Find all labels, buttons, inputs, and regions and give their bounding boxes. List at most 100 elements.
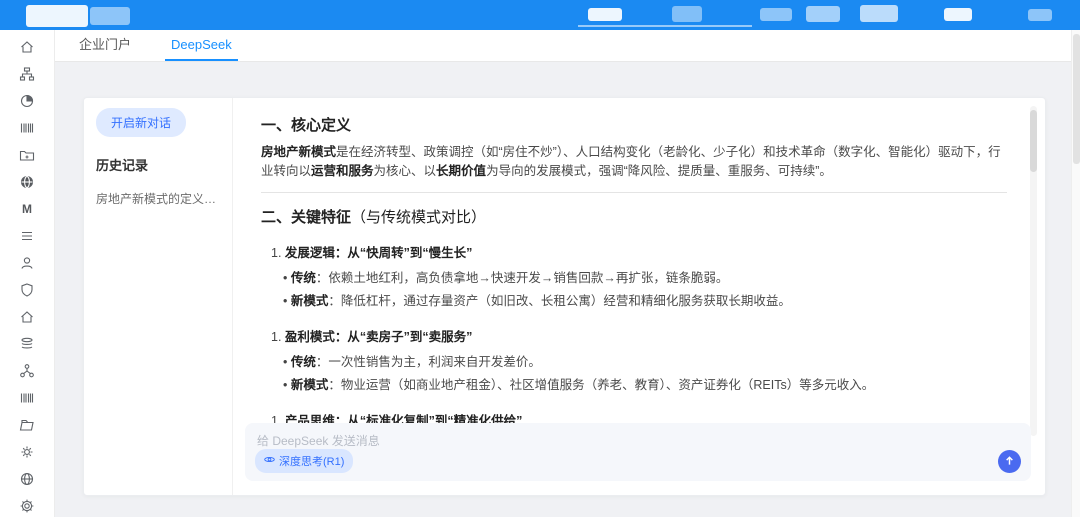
new-chat-button[interactable]: 开启新对话 bbox=[96, 108, 186, 137]
chat-block-divider bbox=[261, 192, 1007, 193]
chat-area: 一、核心定义房地产新模式是在经济转型、政策调控（如“房住不炒”）、人口结构变化（… bbox=[233, 98, 1045, 495]
gear-icon bbox=[19, 498, 35, 514]
page-scrollbar-thumb[interactable] bbox=[1073, 34, 1080, 164]
sidebar-item-pie-chart[interactable] bbox=[19, 93, 35, 109]
topbar-menu-underline bbox=[578, 25, 752, 27]
home-icon bbox=[19, 39, 35, 55]
composer: 给 DeepSeek 发送消息 深度思考(R1) bbox=[245, 423, 1031, 481]
sidebar-item-globe[interactable] bbox=[19, 471, 35, 487]
chat-card: 开启新对话 历史记录 房地产新模式的定义是什么 一、核心定义房地产新模式是在经济… bbox=[83, 97, 1046, 496]
blurred-menu-item[interactable] bbox=[760, 8, 792, 21]
blurred-menu-item[interactable] bbox=[806, 6, 840, 22]
chat-block-numbered: 1. 盈利模式：从“卖房子”到“卖服务” bbox=[271, 326, 1007, 345]
history-title: 历史记录 bbox=[96, 155, 220, 174]
text-segment: 为导向的发展模式，强调“降风险、提质量、重服务、可持续”。 bbox=[486, 164, 832, 178]
text-segment: 产品思维：从“标准化复制”到“精准化供给” bbox=[285, 414, 523, 424]
blurred-menu-item[interactable] bbox=[944, 8, 972, 21]
bullet-item: 新模式：物业运营（如商业地产租金）、社区增值服务（养老、教育）、资产证券化（RE… bbox=[283, 377, 1007, 395]
pie-chart-icon bbox=[19, 93, 35, 109]
layers-icon bbox=[19, 336, 35, 352]
chat-scrollbar-thumb[interactable] bbox=[1030, 110, 1037, 172]
sidebar-item-list[interactable] bbox=[19, 228, 35, 244]
text-segment: 盈利模式：从“卖房子”到“卖服务” bbox=[285, 330, 473, 344]
app-logo[interactable] bbox=[26, 5, 88, 27]
list-number: 1. bbox=[271, 246, 285, 260]
bullet-label: 新模式 bbox=[291, 294, 329, 308]
text-segment: 发展逻辑：从“快周转”到“慢生长” bbox=[285, 246, 473, 260]
sidebar-item-network[interactable] bbox=[19, 363, 35, 379]
chat-block-bullets: 传统：一次性销售为主，利润来自开发差价。新模式：物业运营（如商业地产租金）、社区… bbox=[283, 354, 1007, 395]
chat-scrollbar[interactable] bbox=[1030, 106, 1037, 436]
list-icon bbox=[19, 228, 35, 244]
folder-open-icon bbox=[19, 417, 35, 433]
home-alt-icon bbox=[19, 309, 35, 325]
app-root: M 企业门户DeepSeek 开启新对话 历史记录 房地产新模式的定义是什么 一… bbox=[0, 0, 1080, 517]
sidebar-item-letter-m[interactable]: M bbox=[19, 201, 35, 217]
sidebar-item-globe-filled[interactable] bbox=[19, 174, 35, 190]
chat-block-heading: 一、核心定义 bbox=[261, 114, 1007, 135]
blurred-menu-item[interactable] bbox=[1028, 9, 1052, 21]
sidebar-item-org-chart[interactable] bbox=[19, 66, 35, 82]
app-logo-accent bbox=[90, 7, 130, 25]
network-icon bbox=[19, 363, 35, 379]
sidebar-item-badge[interactable] bbox=[19, 444, 35, 460]
badge-icon bbox=[19, 444, 35, 460]
topbar bbox=[0, 0, 1080, 30]
history-list: 房地产新模式的定义是什么 bbox=[96, 190, 220, 207]
list-number: 1. bbox=[271, 414, 285, 424]
tab-deepseek[interactable]: DeepSeek bbox=[151, 30, 252, 61]
chat-block-numbered: 1. 发展逻辑：从“快周转”到“慢生长” bbox=[271, 242, 1007, 261]
chat-messages: 一、核心定义房地产新模式是在经济转型、政策调控（如“房住不炒”）、人口结构变化（… bbox=[233, 98, 1045, 423]
blurred-menu-item[interactable] bbox=[672, 6, 702, 22]
org-chart-icon bbox=[19, 66, 35, 82]
sidebar-item-home[interactable] bbox=[19, 39, 35, 55]
text-segment: （与传统模式对比） bbox=[351, 209, 486, 226]
sidebar-item-barcode[interactable] bbox=[19, 120, 35, 136]
sidebar-item-shield[interactable] bbox=[19, 282, 35, 298]
deep-think-icon bbox=[264, 454, 275, 468]
sidebar-item-layers[interactable] bbox=[19, 336, 35, 352]
sidebar-item-user[interactable] bbox=[19, 255, 35, 271]
shield-icon bbox=[19, 282, 35, 298]
sidebar: M bbox=[0, 30, 55, 517]
bullet-label: 新模式 bbox=[291, 378, 329, 392]
svg-text:M: M bbox=[22, 202, 32, 216]
sidebar-item-gear[interactable] bbox=[19, 498, 35, 514]
bullet-item: 传统：依赖土地红利，高负债拿地→快速开发→销售回款→再扩张，链条脆弱。 bbox=[283, 270, 1007, 288]
blurred-menu-item[interactable] bbox=[860, 5, 898, 22]
bullet-item: 传统：一次性销售为主，利润来自开发差价。 bbox=[283, 354, 1007, 372]
history-panel: 开启新对话 历史记录 房地产新模式的定义是什么 bbox=[84, 98, 233, 495]
tabbar: 企业门户DeepSeek bbox=[55, 30, 1080, 62]
sidebar-item-folder-add[interactable] bbox=[19, 147, 35, 163]
workspace: 开启新对话 历史记录 房地产新模式的定义是什么 一、核心定义房地产新模式是在经济… bbox=[55, 62, 1080, 517]
user-icon bbox=[19, 255, 35, 271]
deep-think-label: 深度思考(R1) bbox=[279, 453, 344, 469]
text-segment: 长期价值 bbox=[436, 164, 486, 178]
tab-enterprise-portal[interactable]: 企业门户 bbox=[59, 30, 151, 61]
barcode-alt-icon bbox=[19, 390, 35, 406]
sidebar-item-barcode-alt[interactable] bbox=[19, 390, 35, 406]
chat-block-heading: 二、关键特征（与传统模式对比） bbox=[261, 206, 1007, 227]
sidebar-item-folder-open[interactable] bbox=[19, 417, 35, 433]
page-scrollbar[interactable] bbox=[1071, 30, 1080, 517]
send-button[interactable] bbox=[998, 450, 1021, 473]
globe-filled-icon bbox=[19, 174, 35, 190]
letter-m-icon: M bbox=[19, 201, 35, 217]
bullet-label: 传统 bbox=[291, 271, 316, 285]
text-segment: 二、关键特征 bbox=[261, 209, 351, 226]
history-item[interactable]: 房地产新模式的定义是什么 bbox=[96, 190, 220, 207]
text-segment: 运营和服务 bbox=[311, 164, 374, 178]
bullet-label: 传统 bbox=[291, 355, 316, 369]
text-segment: 为核心、以 bbox=[374, 164, 437, 178]
deep-think-button[interactable]: 深度思考(R1) bbox=[255, 449, 353, 473]
blurred-menu-item[interactable] bbox=[588, 8, 622, 21]
arrow-up-icon bbox=[1003, 454, 1016, 470]
folder-add-icon bbox=[19, 147, 35, 163]
sidebar-item-home-alt[interactable] bbox=[19, 309, 35, 325]
message-input[interactable]: 给 DeepSeek 发送消息 bbox=[245, 423, 1031, 458]
text-segment: 一、核心定义 bbox=[261, 117, 351, 134]
globe-icon bbox=[19, 471, 35, 487]
chat-block-paragraph: 房地产新模式是在经济转型、政策调控（如“房住不炒”）、人口结构变化（老龄化、少子… bbox=[261, 143, 1007, 181]
text-segment: 房地产新模式 bbox=[261, 145, 336, 159]
chat-block-numbered: 1. 产品思维：从“标准化复制”到“精准化供给” bbox=[271, 410, 1007, 424]
